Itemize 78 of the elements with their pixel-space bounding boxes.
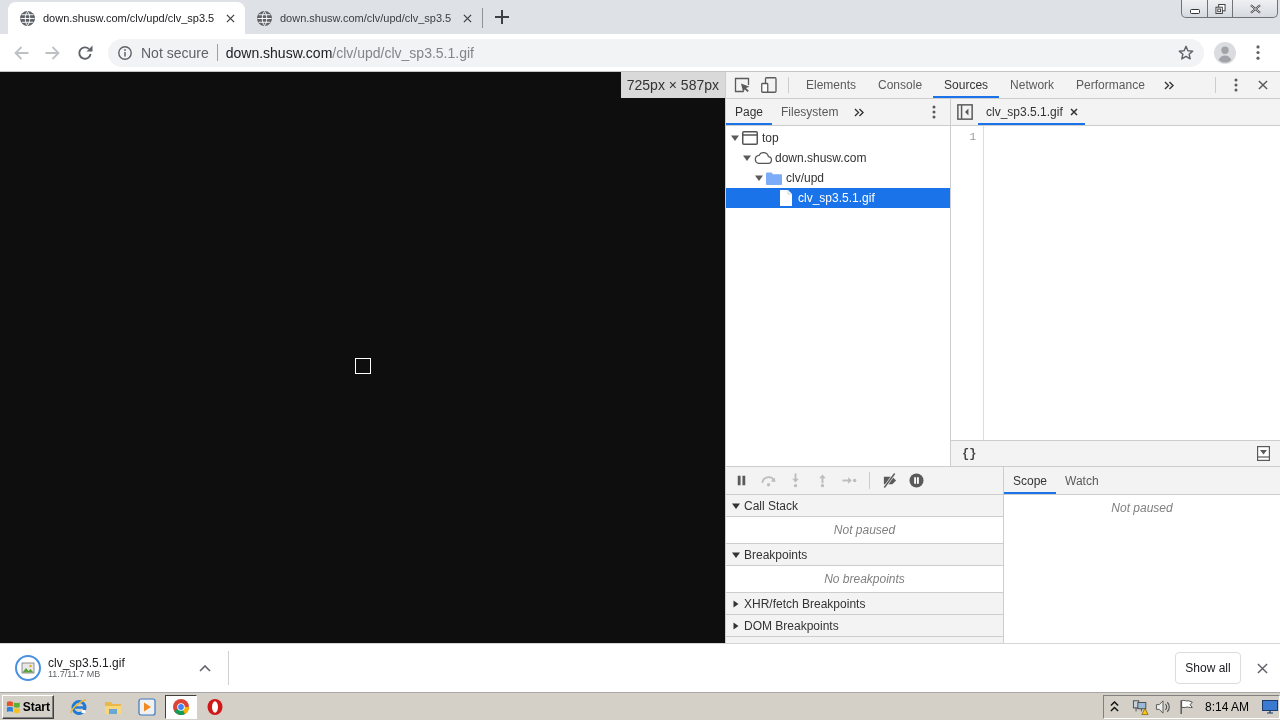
- devtools-tab[interactable]: Console: [867, 72, 934, 98]
- square-outline-icon: [354, 358, 371, 374]
- deactivate-breakpoints-icon[interactable]: [882, 473, 897, 488]
- file-icon: [780, 190, 792, 206]
- viewport-size-label: 725px × 587px: [620, 72, 725, 98]
- clock[interactable]: 8:14 AM: [1205, 699, 1250, 714]
- star-icon[interactable]: [1178, 44, 1194, 61]
- section-header[interactable]: DOM Breakpoints: [726, 615, 1003, 637]
- start-button[interactable]: Start: [2, 694, 54, 719]
- close-icon[interactable]: [1257, 662, 1268, 674]
- chevron-double-icon[interactable]: [1164, 80, 1175, 90]
- image-file-icon: [15, 655, 41, 681]
- triangle-down-icon[interactable]: [755, 174, 763, 182]
- sidebar-toggle-icon[interactable]: [956, 104, 973, 120]
- triangle-down-icon[interactable]: [743, 154, 751, 162]
- line-number: 1: [968, 130, 977, 144]
- taskbar-button[interactable]: [165, 694, 197, 719]
- devtools-tab[interactable]: Network: [999, 72, 1066, 98]
- close-icon[interactable]: [1069, 108, 1078, 116]
- reload-icon[interactable]: [77, 44, 93, 61]
- sidebar-tab[interactable]: Watch: [1056, 467, 1108, 494]
- triangle-down-icon[interactable]: [731, 134, 739, 142]
- url-text: down.shusw.com/clv/upd/clv_sp3.5.1.gif: [225, 44, 474, 61]
- tree-item[interactable]: down.shusw.com: [726, 148, 950, 168]
- o-logo-icon: [206, 697, 224, 716]
- cloud-icon: [754, 152, 772, 164]
- devtools-tab[interactable]: Elements: [795, 72, 868, 98]
- e-logo-icon: [70, 697, 88, 716]
- section-header[interactable]: Breakpoints: [726, 544, 1003, 566]
- navigator-tab[interactable]: Filesystem: [772, 99, 848, 125]
- network-warning-icon[interactable]: [1132, 698, 1149, 715]
- window-icon: [742, 131, 758, 145]
- address-bar[interactable]: Not secure down.shusw.com/clv/upd/clv_sp3.5.1.gif: [108, 38, 1204, 67]
- tree-item[interactable]: clv/upd: [726, 168, 950, 188]
- devtools-tab[interactable]: Performance: [1065, 72, 1156, 98]
- browser-tab[interactable]: down.shusw.com/clv/upd/clv_sp3.5: [8, 2, 245, 34]
- chevron-double-icon[interactable]: [854, 107, 865, 117]
- more-icon[interactable]: [932, 105, 936, 119]
- minimize-icon: [1189, 9, 1200, 14]
- tree-item[interactable]: top: [726, 128, 950, 148]
- info-icon: [118, 45, 132, 60]
- download-file-name[interactable]: clv_sp3.5.1.gif: [48, 657, 125, 669]
- folder-icon: [766, 171, 782, 185]
- play-icon: [138, 697, 156, 716]
- globe-icon: [257, 10, 272, 26]
- sidebar-tab[interactable]: Scope: [1004, 467, 1057, 494]
- speaker-icon[interactable]: [1155, 698, 1172, 715]
- close-icon: [1249, 3, 1261, 14]
- flag-icon[interactable]: [1178, 698, 1195, 715]
- close-icon[interactable]: [463, 13, 472, 23]
- section-header[interactable]: Call Stack: [726, 495, 1003, 517]
- flag-logo-icon: [6, 698, 21, 715]
- more-icon[interactable]: [1256, 45, 1260, 60]
- browser-tab[interactable]: down.shusw.com/clv/upd/clv_sp3.5: [245, 2, 482, 34]
- cursor-box-icon[interactable]: [733, 77, 750, 93]
- tree-item[interactable]: clv_sp3.5.1.gif: [726, 188, 950, 208]
- empty-message: No breakpoints: [824, 572, 905, 586]
- monitor-icon[interactable]: [1262, 699, 1278, 714]
- close-icon[interactable]: [1257, 80, 1268, 90]
- pause-exceptions-icon[interactable]: [909, 473, 924, 488]
- empty-message: Not paused: [833, 523, 896, 537]
- more-icon[interactable]: [1233, 78, 1238, 92]
- round-logo-icon: [172, 697, 190, 716]
- caret-up-icon[interactable]: [199, 664, 211, 672]
- format-button[interactable]: {}: [960, 446, 979, 461]
- close-icon[interactable]: [226, 13, 235, 23]
- download-size: 11.7/11.7 MB: [48, 670, 101, 679]
- double-caret-icon[interactable]: [1110, 701, 1119, 712]
- show-all-button[interactable]: Show all: [1175, 652, 1241, 684]
- section-header[interactable]: XHR/fetch Breakpoints: [726, 593, 1003, 615]
- navigator-tab[interactable]: Page: [726, 99, 773, 125]
- restore-icon: [1214, 3, 1226, 14]
- new-tab-icon[interactable]: [495, 10, 509, 24]
- security-chip[interactable]: Not secure: [118, 44, 209, 61]
- empty-message: Not paused: [1111, 501, 1173, 515]
- collapse-panel-icon[interactable]: [1257, 446, 1270, 461]
- device-icon[interactable]: [760, 77, 777, 93]
- globe-icon: [20, 10, 35, 26]
